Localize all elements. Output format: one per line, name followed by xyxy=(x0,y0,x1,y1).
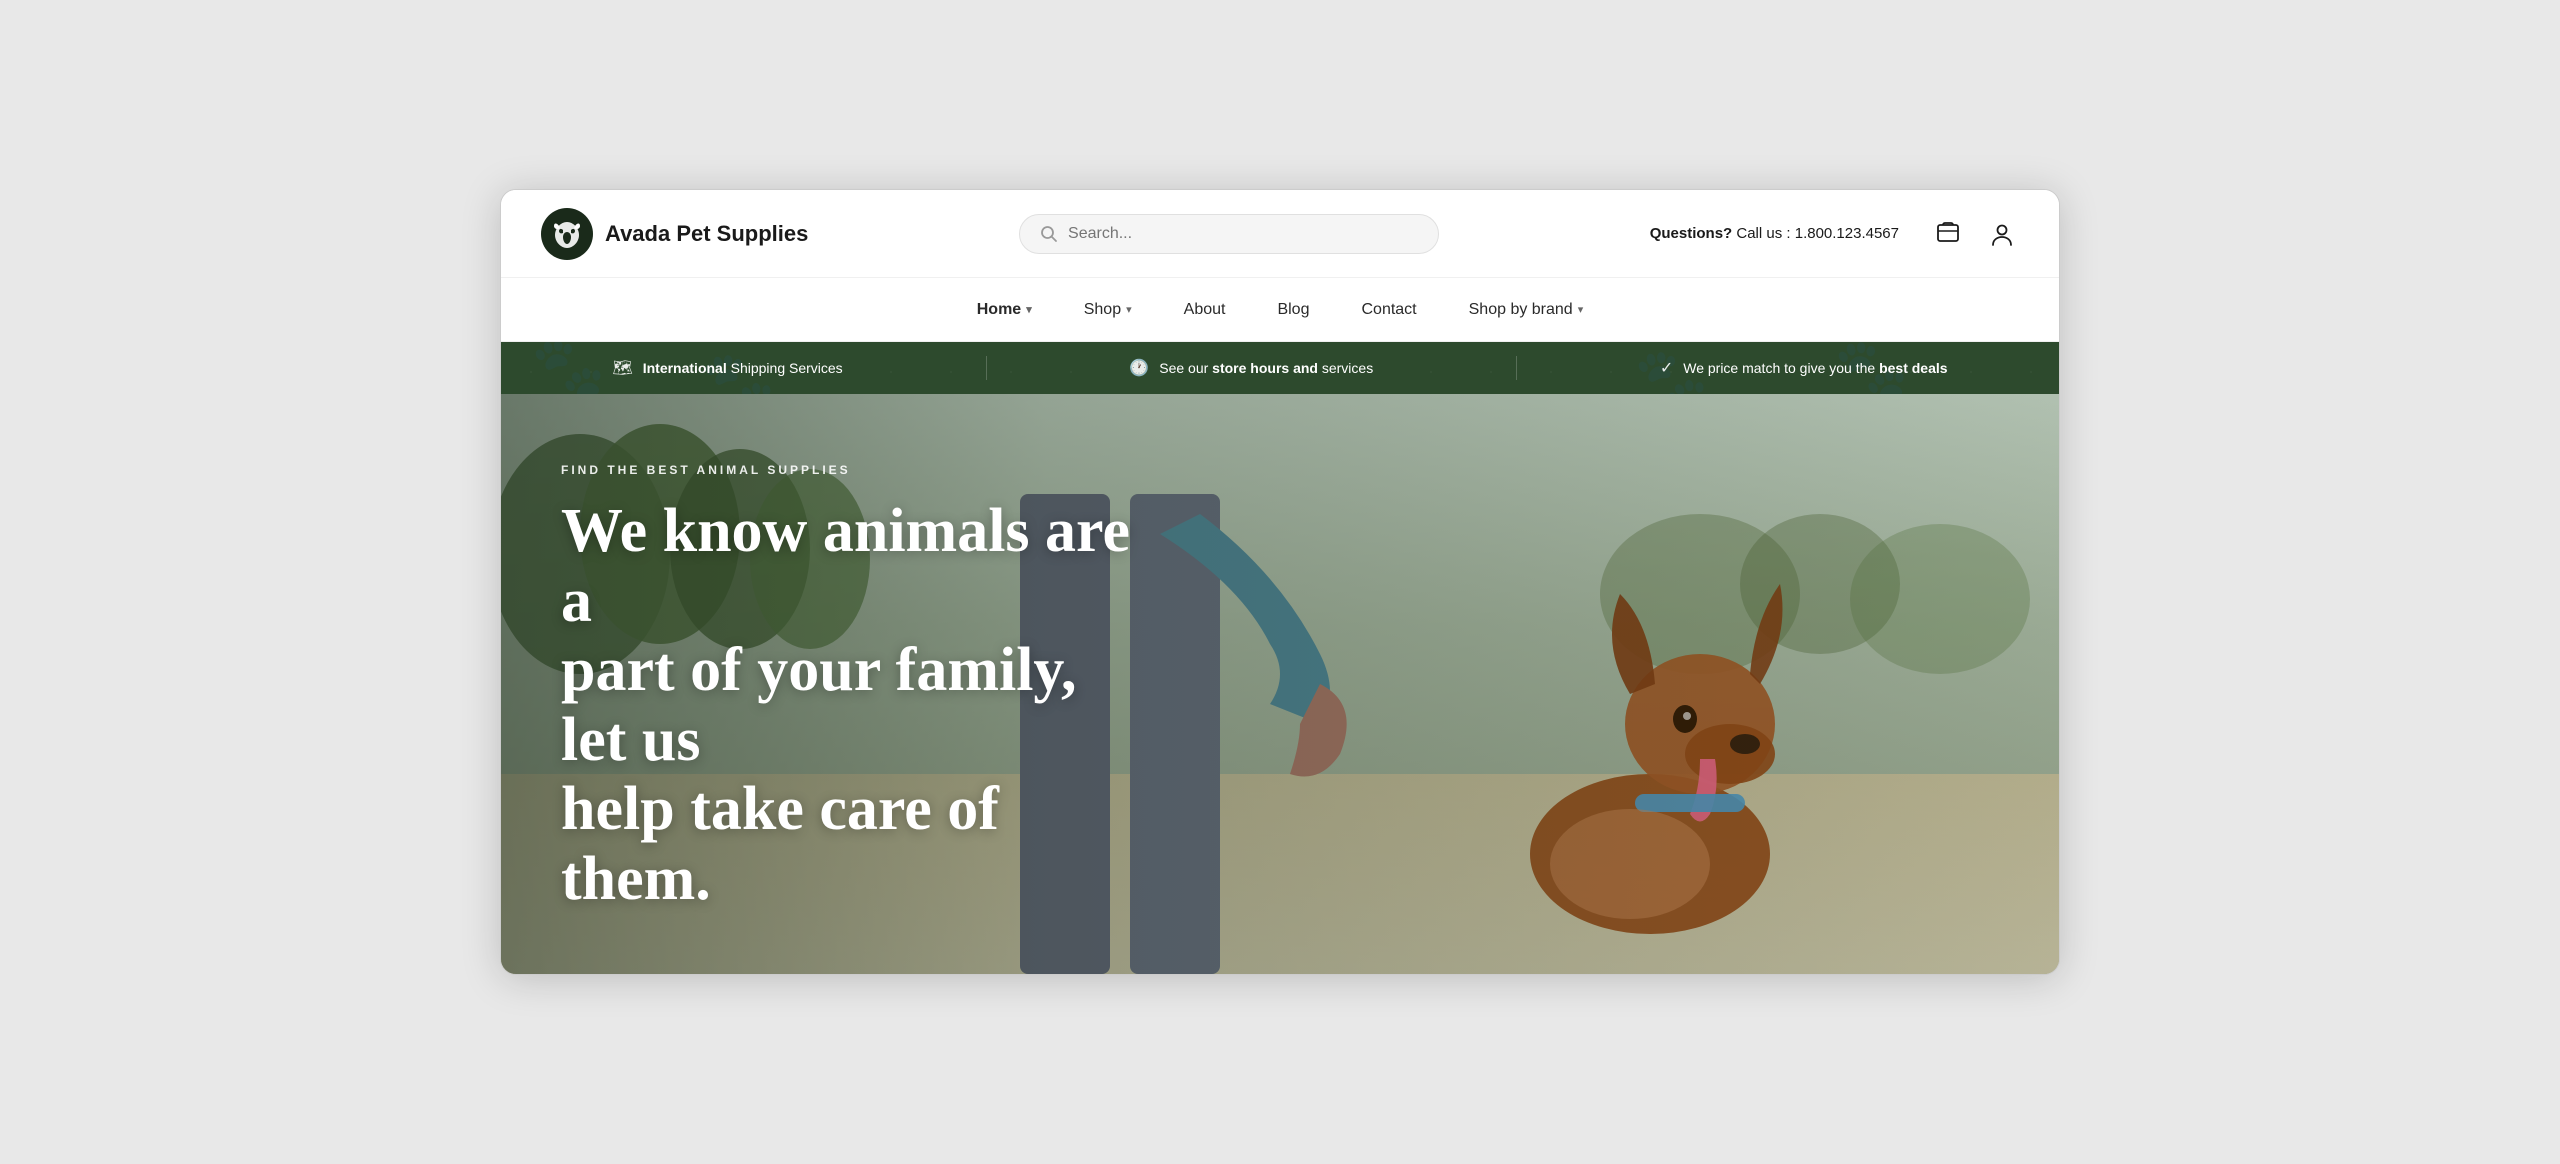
header-right: Questions? Call us : 1.800.123.4567 xyxy=(1650,217,2019,251)
hero-eyebrow: FIND THE BEST ANIMAL SUPPLIES xyxy=(561,463,1141,477)
shipping-icon: 🗺 xyxy=(612,358,632,378)
promo-divider-1 xyxy=(986,356,987,380)
logo-area[interactable]: Avada Pet Supplies xyxy=(541,208,808,260)
hours-text: See our store hours and services xyxy=(1159,360,1373,376)
hero-heading: We know animals are a part of your famil… xyxy=(561,497,1141,914)
nav-item-shop-by-brand[interactable]: Shop by brand ▾ xyxy=(1469,301,1584,319)
hero-heading-line3: help take care of them. xyxy=(561,775,999,912)
promo-divider-2 xyxy=(1516,356,1517,380)
hero-heading-line2: part of your family, let us xyxy=(561,636,1077,773)
promo-price[interactable]: ✓ We price match to give you the best de… xyxy=(1660,358,1948,378)
search-bar[interactable] xyxy=(1019,214,1439,254)
nav-item-home[interactable]: Home ▾ xyxy=(977,301,1032,319)
search-input[interactable] xyxy=(1068,225,1418,243)
paw-deco-1: 🐾 xyxy=(531,342,606,394)
main-nav: Home ▾ Shop ▾ About Blog Contact Shop by… xyxy=(501,278,2059,342)
nav-item-contact[interactable]: Contact xyxy=(1361,301,1416,319)
nav-item-about[interactable]: About xyxy=(1184,301,1226,319)
check-icon: ✓ xyxy=(1660,358,1673,378)
contact-text: Call us : 1.800.123.4567 xyxy=(1736,225,1899,242)
cart-icon xyxy=(1935,221,1961,247)
user-icon xyxy=(1989,221,2015,247)
promo-shipping[interactable]: 🗺 International Shipping Services xyxy=(612,358,842,378)
browser-frame: Avada Pet Supplies Questions? Call us : … xyxy=(500,189,2060,975)
hero-section: FIND THE BEST ANIMAL SUPPLIES We know an… xyxy=(501,394,2059,974)
home-chevron: ▾ xyxy=(1026,303,1032,316)
brand-logo-icon xyxy=(541,208,593,260)
brand-chevron: ▾ xyxy=(1578,303,1584,316)
hero-heading-line1: We know animals are a xyxy=(561,497,1130,634)
search-icon xyxy=(1040,225,1058,243)
header-icons xyxy=(1931,217,2019,251)
site-header: Avada Pet Supplies Questions? Call us : … xyxy=(501,190,2059,278)
price-text: We price match to give you the best deal… xyxy=(1683,360,1947,376)
hours-icon: 🕐 xyxy=(1129,358,1149,378)
account-button[interactable] xyxy=(1985,217,2019,251)
hero-content: FIND THE BEST ANIMAL SUPPLIES We know an… xyxy=(501,463,1201,914)
contact-info: Questions? Call us : 1.800.123.4567 xyxy=(1650,225,1899,242)
contact-label: Questions? xyxy=(1650,225,1733,242)
brand-name: Avada Pet Supplies xyxy=(605,221,808,247)
nav-item-blog[interactable]: Blog xyxy=(1277,301,1309,319)
nav-item-shop[interactable]: Shop ▾ xyxy=(1084,301,1132,319)
cart-button[interactable] xyxy=(1931,217,1965,251)
promo-hours[interactable]: 🕐 See our store hours and services xyxy=(1129,358,1373,378)
shop-chevron: ▾ xyxy=(1126,303,1132,316)
shipping-text: International Shipping Services xyxy=(643,360,843,376)
promo-bar: 🐾 🐾 🐾 🐾 🗺 International Shipping Service… xyxy=(501,342,2059,394)
